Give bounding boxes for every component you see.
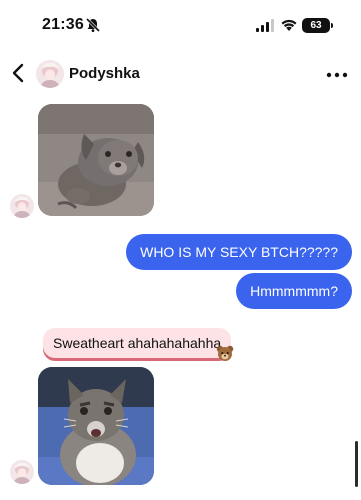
cellular-signal-icon <box>256 19 274 32</box>
outgoing-message[interactable]: Hmmmmmm? <box>236 273 352 309</box>
contact-avatar-small[interactable] <box>10 194 34 218</box>
contact-name[interactable]: Podyshka <box>69 65 140 82</box>
battery-level: 63 <box>302 18 333 33</box>
wifi-icon <box>281 19 297 31</box>
contact-avatar[interactable] <box>36 60 64 88</box>
more-options-icon[interactable] <box>326 72 348 78</box>
contact-avatar-small[interactable] <box>10 460 34 484</box>
scrollbar[interactable] <box>355 441 358 487</box>
status-time: 21:36 <box>42 16 84 33</box>
back-arrow-icon[interactable] <box>10 62 28 84</box>
puppy-photo <box>38 104 154 216</box>
outgoing-message[interactable]: WHO IS MY SEXY BTCH????? <box>126 234 352 270</box>
cat-photo-message[interactable] <box>38 367 154 485</box>
bell-off-icon <box>85 17 101 33</box>
incoming-message[interactable]: Sweatheart ahahahahahha <box>43 328 232 358</box>
cat-photo <box>38 367 154 485</box>
puppy-photo-message[interactable] <box>38 104 154 216</box>
bear-sticker-icon[interactable] <box>215 344 235 364</box>
status-bar: 21:36 63 <box>0 0 361 50</box>
chat-screen: 21:36 63 Podyshka WHO IS MY SEXY BTCH???… <box>0 0 361 500</box>
chat-header: Podyshka <box>0 56 361 92</box>
